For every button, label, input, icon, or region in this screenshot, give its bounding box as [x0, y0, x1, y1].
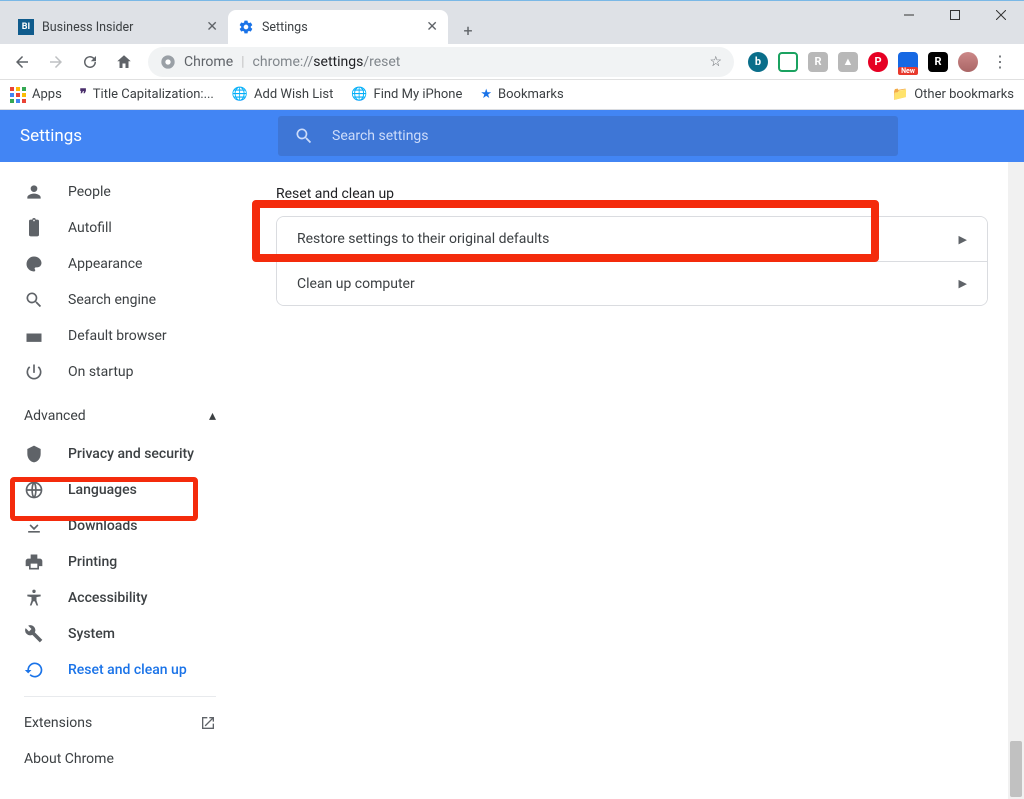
other-bookmarks[interactable]: 📁Other bookmarks [892, 87, 1014, 102]
sidebar-item-languages[interactable]: Languages [0, 472, 240, 508]
star-icon: ★ [480, 87, 492, 102]
sidebar-item-privacy[interactable]: Privacy and security [0, 436, 240, 472]
settings-card-group: Restore settings to their original defau… [276, 216, 988, 306]
profile-avatar[interactable] [958, 52, 978, 72]
sidebar-item-people[interactable]: People [0, 174, 240, 210]
window-minimize[interactable] [886, 0, 932, 30]
new-tab-button[interactable]: + [454, 16, 482, 44]
shield-icon [24, 444, 44, 464]
sidebar-item-printing[interactable]: Printing [0, 544, 240, 580]
favicon-bi: BI [18, 19, 34, 35]
person-icon [24, 182, 44, 202]
bookmark-item[interactable]: 🌐Find My iPhone [351, 87, 462, 102]
search-settings[interactable]: Search settings [278, 116, 898, 156]
address-bar[interactable]: Chrome | chrome://settings/reset ☆ [148, 47, 734, 77]
palette-icon [24, 254, 44, 274]
tab-title: Settings [262, 20, 418, 35]
clipboard-icon [24, 218, 44, 238]
ext-icon[interactable] [778, 52, 798, 72]
wrench-icon [24, 624, 44, 644]
print-icon [24, 552, 44, 572]
apps-icon [10, 87, 26, 103]
page-title: Settings [20, 126, 278, 146]
restore-icon [24, 660, 44, 680]
reload-button[interactable] [74, 46, 106, 78]
accessibility-icon [24, 588, 44, 608]
globe-icon [24, 480, 44, 500]
chrome-icon [160, 54, 176, 70]
globe-icon: 🌐 [351, 87, 367, 102]
restore-defaults-row[interactable]: Restore settings to their original defau… [277, 217, 987, 261]
window-close[interactable] [978, 0, 1024, 30]
star-icon[interactable]: ☆ [709, 54, 722, 70]
section-title: Reset and clean up [276, 186, 988, 202]
bookmark-item[interactable]: ❞Title Capitalization:... [80, 87, 214, 102]
window-titlebar [0, 0, 1024, 10]
clean-up-computer-row[interactable]: Clean up computer ▶ [277, 261, 987, 305]
settings-content: Reset and clean up Restore settings to t… [240, 162, 1024, 799]
browser-icon [24, 326, 44, 346]
sidebar-about-chrome[interactable]: About Chrome [0, 741, 240, 777]
sidebar-extensions[interactable]: Extensions [0, 705, 240, 741]
search-icon [294, 126, 314, 146]
sidebar-item-downloads[interactable]: Downloads [0, 508, 240, 544]
chrome-label: Chrome [184, 54, 233, 70]
tab-strip: BI Business Insider ✕ Settings ✕ + [0, 10, 1024, 44]
power-icon [24, 362, 44, 382]
ext-icon[interactable]: ▲ [838, 52, 858, 72]
sidebar-item-on-startup[interactable]: On startup [0, 354, 240, 390]
scrollbar[interactable] [1008, 162, 1024, 799]
sidebar-advanced-toggle[interactable]: Advanced ▴ [0, 396, 240, 436]
tab-business-insider[interactable]: BI Business Insider ✕ [8, 10, 228, 44]
back-button[interactable] [6, 46, 38, 78]
search-placeholder: Search settings [332, 128, 429, 144]
sidebar-item-autofill[interactable]: Autofill [0, 210, 240, 246]
bookmark-item[interactable]: 🌐Add Wish List [232, 87, 333, 102]
gear-icon [238, 19, 254, 35]
window-controls [886, 0, 1024, 30]
chevron-right-icon: ▶ [959, 277, 967, 290]
sidebar-item-accessibility[interactable]: Accessibility [0, 580, 240, 616]
sidebar-item-search-engine[interactable]: Search engine [0, 282, 240, 318]
settings-header: Settings Search settings [0, 110, 1024, 162]
folder-icon: 📁 [892, 87, 908, 102]
sidebar-item-reset[interactable]: Reset and clean up [0, 652, 240, 688]
close-icon[interactable]: ✕ [426, 19, 438, 35]
open-external-icon [200, 715, 216, 731]
ext-icon[interactable]: R [808, 52, 828, 72]
home-button[interactable] [108, 46, 140, 78]
tab-title: Business Insider [42, 20, 198, 35]
close-icon[interactable]: ✕ [206, 19, 218, 35]
apps-shortcut[interactable]: Apps [10, 87, 62, 103]
forward-button[interactable] [40, 46, 72, 78]
bookmarks-bar: Apps ❞Title Capitalization:... 🌐Add Wish… [0, 80, 1024, 110]
chevron-right-icon: ▶ [959, 233, 967, 246]
extension-icons: b R ▲ P New R ⋮ [742, 46, 1018, 78]
scroll-thumb[interactable] [1010, 741, 1022, 797]
sidebar-item-system[interactable]: System [0, 616, 240, 652]
search-icon [24, 290, 44, 310]
globe-icon: 🌐 [232, 87, 248, 102]
sidebar-item-appearance[interactable]: Appearance [0, 246, 240, 282]
ext-icon[interactable]: P [868, 52, 888, 72]
ext-icon[interactable]: b [748, 52, 768, 72]
tab-settings[interactable]: Settings ✕ [228, 10, 448, 44]
settings-sidebar: People Autofill Appearance Search engine… [0, 162, 240, 799]
menu-button[interactable]: ⋮ [988, 46, 1012, 78]
ext-icon[interactable]: New [898, 52, 918, 72]
download-icon [24, 516, 44, 536]
window-maximize[interactable] [932, 0, 978, 30]
ext-icon[interactable]: R [928, 52, 948, 72]
settings-main: People Autofill Appearance Search engine… [0, 162, 1024, 799]
bookmark-item[interactable]: ★Bookmarks [480, 87, 563, 102]
browser-toolbar: Chrome | chrome://settings/reset ☆ b R ▲… [0, 44, 1024, 80]
chevron-up-icon: ▴ [209, 408, 216, 424]
sidebar-item-default-browser[interactable]: Default browser [0, 318, 240, 354]
quote-icon: ❞ [80, 87, 87, 102]
